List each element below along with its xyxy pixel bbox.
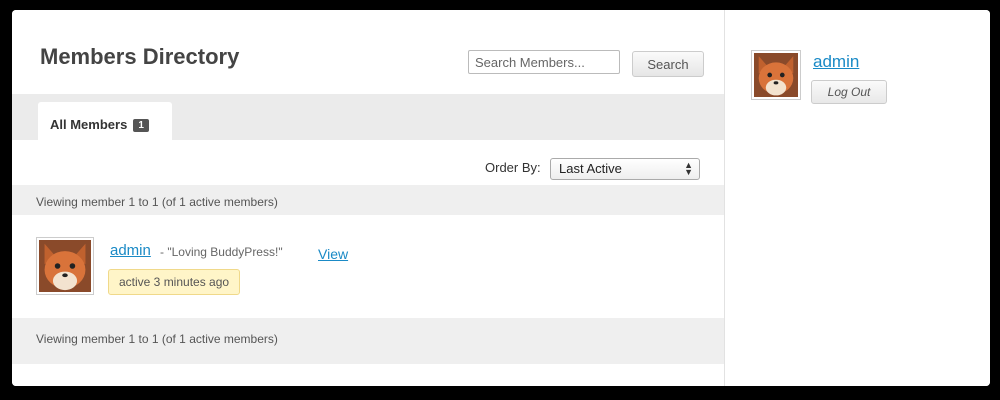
fox-avatar-icon[interactable] [36,237,94,295]
member-count-badge: 1 [133,119,149,132]
browser-content: Members Directory Search All Members 1 Or… [12,10,990,386]
pagination-count: Viewing member 1 to 1 (of 1 active membe… [36,195,278,209]
member-status-text: - "Loving BuddyPress!" [160,245,283,259]
logout-button[interactable]: Log Out [811,80,887,104]
select-arrows-icon: ▲ ▼ [684,160,693,177]
tab-label: All Members [50,117,128,132]
order-by-value: Last Active [559,161,622,176]
sidebar: admin Log Out [724,10,990,386]
pagination-top: Viewing member 1 to 1 (of 1 active membe… [12,185,724,215]
order-by-select[interactable]: Last Active ▲ ▼ [550,158,700,180]
page-title: Members Directory [40,44,240,69]
pagination-count: Viewing member 1 to 1 (of 1 active membe… [36,332,278,346]
pagination-bottom: Viewing member 1 to 1 (of 1 active membe… [12,318,724,364]
member-list-item: admin - "Loving BuddyPress!" View active… [12,215,724,318]
tab-bar: All Members 1 [12,94,724,140]
tab-all-members[interactable]: All Members 1 [38,102,172,140]
member-name-link[interactable]: admin [110,242,151,259]
sidebar-user-link[interactable]: admin [813,52,859,72]
fox-avatar-icon[interactable] [751,50,801,100]
members-directory-panel: Members Directory Search All Members 1 Or… [12,10,724,386]
view-status-link[interactable]: View [318,246,348,262]
search-input[interactable] [468,50,620,74]
order-by-label: Order By: [485,160,541,175]
last-active-badge: active 3 minutes ago [108,269,241,295]
search-button[interactable]: Search [632,51,704,77]
